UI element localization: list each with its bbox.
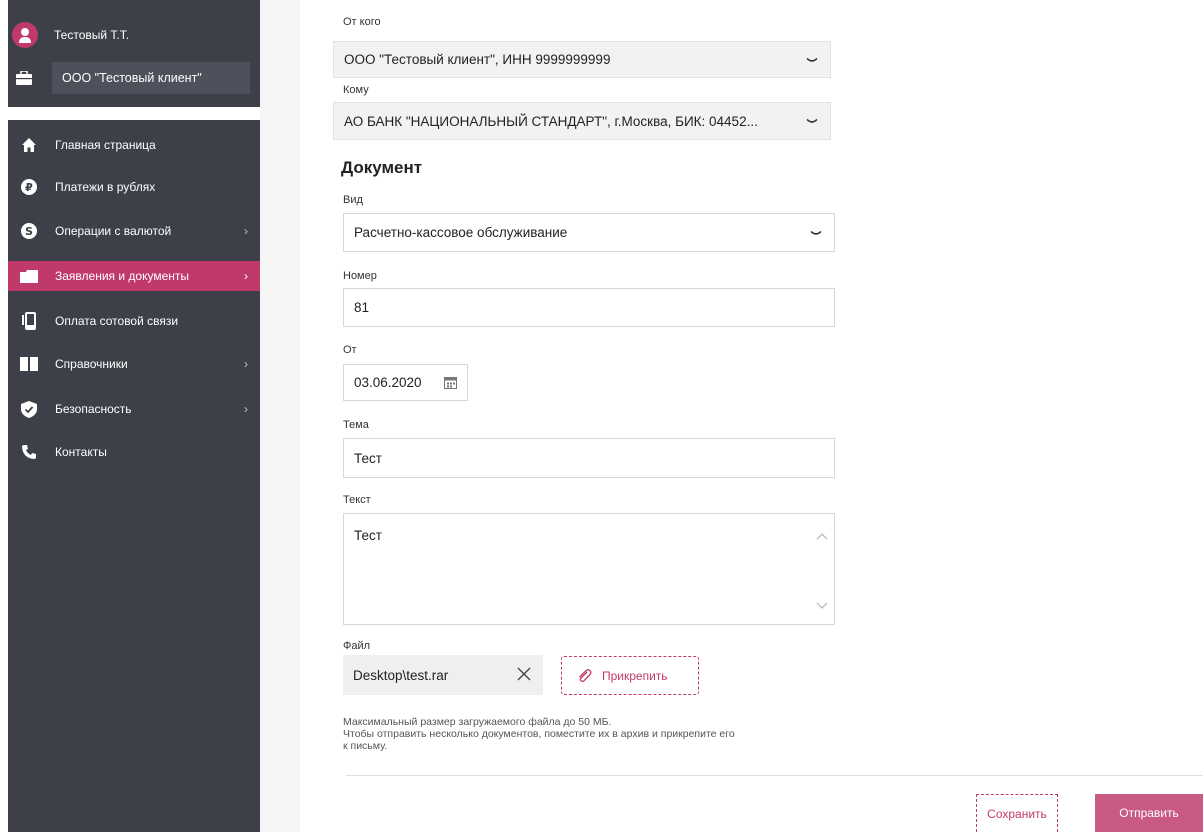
number-input[interactable]: 81 (343, 288, 835, 327)
section-title: Документ (341, 158, 423, 177)
chevron-right-icon: › (244, 357, 248, 371)
file-size-note: Максимальный размер загружаемого файла д… (343, 716, 612, 728)
sidebar-item-label: Главная страница (55, 138, 156, 152)
attach-button[interactable]: Прикрепить (561, 656, 699, 695)
scroll-down-icon[interactable] (816, 602, 828, 610)
archive-note-cont: к письму. (343, 740, 388, 752)
close-icon[interactable] (517, 667, 531, 681)
scroll-up-icon[interactable] (816, 532, 828, 540)
to-label: Кому (343, 84, 369, 96)
folder-icon (18, 267, 40, 285)
sidebar-item-documents[interactable]: Заявления и документы › (8, 261, 260, 291)
type-label: Вид (343, 194, 363, 206)
svg-text:₽: ₽ (25, 181, 33, 194)
to-value: АО БАНК "НАЦИОНАЛЬНЫЙ СТАНДАРТ", г.Москв… (344, 113, 758, 129)
date-input[interactable]: 03.06.2020 (343, 364, 468, 401)
sidebar-item-security[interactable]: Безопасность › (8, 394, 260, 424)
chevron-right-icon: › (244, 402, 248, 416)
number-value: 81 (354, 300, 370, 315)
user-row[interactable]: Тестовый Т.Т. (8, 18, 260, 52)
sidebar-account-panel: Тестовый Т.Т. ООО "Тестовый клиент" (8, 0, 260, 107)
phone-icon (18, 443, 40, 461)
sidebar-nav: Главная страница ₽ Платежи в рублях S Оп… (8, 120, 260, 832)
paperclip-icon (579, 668, 592, 682)
subject-label: Тема (343, 419, 369, 431)
sidebar-item-rub-payments[interactable]: ₽ Платежи в рублях (8, 172, 260, 202)
sidebar-item-label: Заявления и документы (55, 269, 189, 283)
save-button[interactable]: Сохранить (976, 794, 1058, 832)
to-select[interactable]: АО БАНК "НАЦИОНАЛЬНЫЙ СТАНДАРТ", г.Москв… (333, 102, 831, 140)
chevron-down-icon (810, 230, 822, 235)
sidebar-item-home[interactable]: Главная страница (8, 130, 260, 160)
text-label: Текст (343, 494, 371, 506)
sidebar-item-label: Операции с валютой (55, 224, 172, 238)
org-row[interactable]: ООО "Тестовый клиент" (8, 62, 260, 94)
mobile-icon (18, 312, 40, 330)
briefcase-icon (16, 71, 32, 85)
number-label: Номер (343, 270, 377, 282)
subject-value: Тест (354, 450, 382, 466)
from-label: От кого (343, 16, 381, 28)
file-field: Desktop\test.rar (343, 655, 543, 695)
from-value: ООО "Тестовый клиент", ИНН 9999999999 (344, 52, 611, 67)
book-icon (18, 355, 40, 373)
sidebar-item-label: Платежи в рублях (55, 180, 156, 194)
calendar-icon[interactable] (444, 376, 457, 389)
home-icon (18, 136, 40, 154)
from-select[interactable]: ООО "Тестовый клиент", ИНН 9999999999 (333, 41, 831, 78)
sidebar-item-mobile[interactable]: Оплата сотовой связи (8, 306, 260, 336)
type-select[interactable]: Расчетно-кассовое обслуживание (343, 213, 835, 252)
send-button[interactable]: Отправить (1095, 794, 1203, 832)
sidebar-item-label: Оплата сотовой связи (55, 314, 179, 328)
divider (346, 775, 1203, 776)
subject-input[interactable]: Тест (343, 438, 835, 478)
sidebar-item-directories[interactable]: Справочники › (8, 349, 260, 379)
file-name: Desktop\test.rar (353, 667, 449, 683)
date-label: От (343, 344, 357, 356)
shield-icon (18, 400, 40, 418)
sidebar-item-label: Контакты (55, 445, 107, 459)
content-gutter (260, 0, 300, 832)
chevron-right-icon: › (244, 224, 248, 238)
org-selector[interactable]: ООО "Тестовый клиент" (52, 62, 250, 94)
sidebar-item-label: Справочники (55, 357, 128, 371)
chevron-down-icon (806, 57, 818, 62)
sidebar-item-contacts[interactable]: Контакты (8, 437, 260, 467)
user-avatar-icon (12, 22, 38, 48)
text-textarea[interactable]: Тест (343, 513, 835, 625)
file-label: Файл (343, 640, 371, 652)
ruble-icon: ₽ (18, 178, 40, 196)
date-value: 03.06.2020 (354, 375, 422, 390)
chevron-down-icon (806, 118, 818, 123)
archive-note: Чтобы отправить несколько документов, по… (343, 728, 735, 740)
dollar-icon: S (18, 222, 40, 240)
user-name: Тестовый Т.Т. (54, 28, 130, 42)
text-value: Тест (354, 528, 382, 543)
chevron-right-icon: › (244, 269, 248, 283)
sidebar-item-label: Безопасность (55, 402, 132, 416)
type-value: Расчетно-кассовое обслуживание (354, 225, 568, 240)
attach-label: Прикрепить (602, 668, 668, 683)
svg-text:S: S (25, 225, 33, 238)
sidebar-item-currency[interactable]: S Операции с валютой › (8, 216, 260, 246)
